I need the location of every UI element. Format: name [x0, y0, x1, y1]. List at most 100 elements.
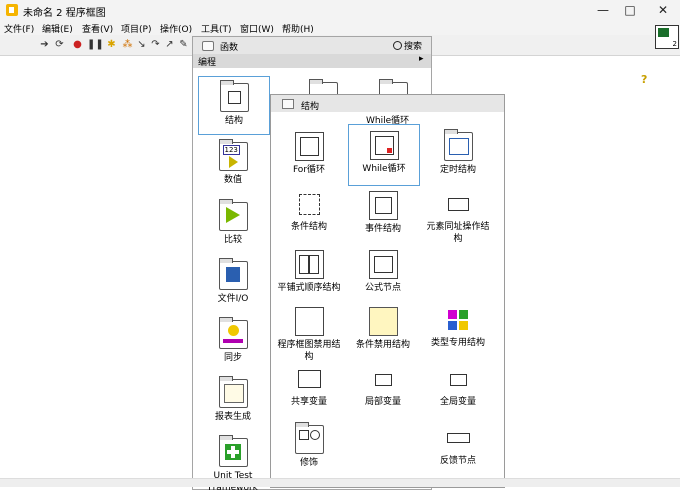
maximize-button[interactable]: □ — [615, 1, 645, 19]
item-label: While循环 — [362, 164, 406, 174]
conditional-disable-structure-icon — [368, 307, 398, 336]
palette-item-report-generation[interactable]: 报表生成 — [198, 373, 268, 423]
flat-sequence-item[interactable]: 平铺式顺序结构 — [274, 244, 344, 294]
conditional-disable-item[interactable]: 条件禁用结构 — [348, 301, 418, 351]
pin-icon[interactable] — [282, 99, 294, 109]
menu-view[interactable]: 查看(V) — [82, 22, 113, 35]
palette-header: 函数 搜索 — [193, 37, 431, 54]
item-label: 反馈节点 — [439, 456, 476, 466]
pin-icon[interactable] — [202, 41, 214, 51]
item-label: 定时结构 — [439, 165, 476, 175]
formula-node-icon — [368, 250, 398, 279]
palette-item-synchronization[interactable]: 同步 — [198, 314, 268, 364]
title-bar: 未命名 2 程序框图 — □ ✕ — [0, 0, 680, 20]
decorations-icon — [294, 422, 324, 454]
palette-item-label: 数值 — [223, 175, 242, 185]
font-settings-icon[interactable]: ✎ — [178, 39, 189, 50]
run-continuously-icon[interactable]: ⟳ — [54, 39, 65, 50]
subpalette-title: 结构 — [301, 102, 320, 112]
item-label: 全局变量 — [439, 397, 476, 407]
item-label: 平铺式顺序结构 — [277, 283, 341, 293]
search-label: 搜索 — [404, 42, 423, 52]
feedback-node-icon — [445, 425, 472, 452]
palette-item-label: 比较 — [223, 235, 242, 245]
for-loop-icon — [294, 132, 324, 161]
item-label: 共享变量 — [290, 397, 327, 407]
search-icon — [393, 41, 402, 50]
step-over-icon[interactable]: ↷ — [150, 39, 161, 50]
local-variable-item[interactable]: 局部变量 — [348, 360, 418, 408]
timed-structure-icon — [443, 129, 473, 161]
item-label: 局部变量 — [364, 397, 401, 407]
menu-project[interactable]: 项目(P) — [121, 22, 151, 35]
shared-variable-item[interactable]: 共享变量 — [274, 360, 344, 408]
menu-edit[interactable]: 编辑(E) — [42, 22, 73, 35]
structures-icon — [219, 80, 249, 112]
decorations-item[interactable]: 修饰 — [274, 419, 344, 469]
in-place-element-structure-icon — [445, 191, 472, 218]
comparison-icon — [218, 199, 248, 231]
global-variable-item[interactable]: 全局变量 — [423, 360, 493, 408]
menu-window[interactable]: 窗口(W) — [240, 22, 274, 35]
pause-icon[interactable]: ❚❚ — [87, 39, 104, 50]
menu-operate[interactable]: 操作(O) — [160, 22, 192, 35]
palette-item-numeric[interactable]: 123 数值 — [198, 136, 268, 186]
step-into-icon[interactable]: ↘ — [136, 39, 147, 50]
retain-wire-values-icon[interactable]: ⁂ — [122, 39, 133, 50]
palette-item-label: 报表生成 — [214, 412, 251, 422]
item-label: 条件禁用结构 — [355, 340, 410, 350]
palette-item-structures[interactable]: 结构 — [198, 76, 270, 135]
close-button[interactable]: ✕ — [648, 1, 678, 19]
unit-test-framework-icon — [218, 435, 248, 467]
menu-file[interactable]: 文件(F) — [4, 22, 34, 35]
vi-icon[interactable]: 2 — [655, 25, 679, 49]
feedback-node-item[interactable]: 反馈节点 — [423, 419, 493, 467]
synchronization-icon — [218, 317, 248, 349]
global-variable-icon — [445, 366, 472, 393]
search-button[interactable]: 搜索 — [393, 39, 422, 52]
run-arrow-icon[interactable]: ➔ — [39, 39, 50, 50]
palette-item-label: 结构 — [224, 116, 243, 126]
menu-tools[interactable]: 工具(T) — [201, 22, 232, 35]
item-label: 修饰 — [299, 458, 318, 468]
context-help-icon[interactable]: ? — [641, 73, 647, 86]
category-arrow-icon: ▸ — [419, 54, 424, 64]
menu-bar: 文件(F) 编辑(E) 查看(V) 项目(P) 操作(O) 工具(T) 窗口(W… — [0, 20, 680, 35]
palette-item-label: 文件I/O — [217, 294, 249, 304]
event-structure-item[interactable]: 事件结构 — [348, 185, 418, 235]
palette-title: 函数 — [220, 43, 239, 53]
type-specialization-structure-icon — [445, 307, 472, 334]
type-specialization-item[interactable]: 类型专用结构 — [423, 301, 493, 349]
vi-icon-number: 2 — [672, 40, 677, 48]
shared-variable-icon — [296, 366, 323, 393]
item-label: 元素同址操作结构 — [426, 222, 490, 244]
formula-node-item[interactable]: 公式节点 — [348, 244, 418, 294]
timed-structure-item[interactable]: 定时结构 — [423, 126, 493, 176]
while-loop-item[interactable]: While循环 — [348, 124, 420, 186]
subpalette-header: 结构 — [271, 95, 504, 112]
case-structure-item[interactable]: 条件结构 — [274, 185, 344, 233]
window-title: 未命名 2 程序框图 — [23, 8, 106, 19]
highlight-execution-icon[interactable]: ✱ — [106, 39, 117, 50]
in-place-element-item[interactable]: 元素同址操作结构 — [423, 185, 493, 245]
item-label: 事件结构 — [364, 224, 401, 234]
while-loop-icon — [369, 131, 399, 160]
file-io-icon — [218, 258, 248, 290]
local-variable-icon — [370, 366, 397, 393]
menu-help[interactable]: 帮助(H) — [282, 22, 314, 35]
diagram-disable-item[interactable]: 程序框图禁用结构 — [274, 301, 344, 363]
minimize-button[interactable]: — — [588, 1, 618, 19]
labview-app-icon — [6, 4, 18, 16]
event-structure-icon — [368, 191, 398, 220]
step-out-icon[interactable]: ↗ — [164, 39, 175, 50]
abort-icon[interactable]: ● — [72, 39, 83, 50]
item-label: 条件结构 — [290, 222, 327, 232]
item-label: 类型专用结构 — [430, 338, 485, 348]
for-loop-item[interactable]: For循环 — [274, 126, 344, 176]
palette-item-file-io[interactable]: 文件I/O — [198, 255, 268, 305]
flat-sequence-icon — [294, 250, 324, 279]
category-bar[interactable]: 编程 ▸ — [193, 54, 431, 68]
palette-item-comparison[interactable]: 比较 — [198, 196, 268, 246]
item-label: 公式节点 — [364, 283, 401, 293]
structures-subpalette: 结构 While循环 For循环 While循环 定时结构 条件结构 事件结构 — [270, 94, 505, 488]
